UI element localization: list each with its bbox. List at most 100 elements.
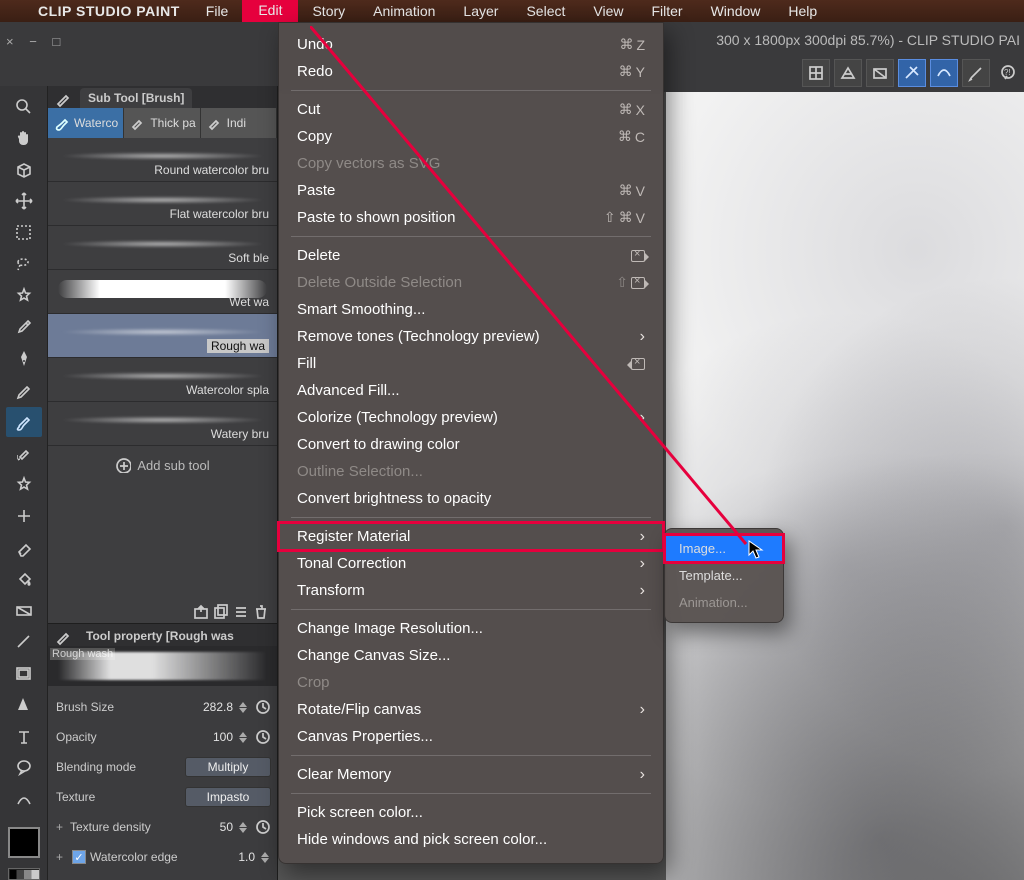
window-controls[interactable]: × − □ [6,34,66,49]
prop-texture[interactable]: Texture Impasto [56,782,271,812]
tool-eyedropper[interactable] [6,313,42,343]
dynamics-icon[interactable] [255,819,271,835]
menu-item-canvas-properties[interactable]: Canvas Properties... [279,723,663,750]
stepper-icon[interactable] [239,696,249,718]
tool-ruler[interactable] [6,691,42,721]
snap-ruler-icon[interactable] [898,59,926,87]
panel-grip-icon[interactable] [54,628,72,646]
expand-icon[interactable]: + [56,820,66,834]
menu-help[interactable]: Help [774,0,831,22]
tool-magnifier[interactable] [6,92,42,122]
tool-eraser[interactable] [6,533,42,563]
tool-blend[interactable] [6,502,42,532]
menu-window[interactable]: Window [697,0,775,22]
submenu-item-image[interactable]: Image... [665,535,783,562]
menu-item-clear-memory[interactable]: Clear Memory› [279,761,663,788]
duplicate-subtool-icon[interactable] [211,603,231,621]
menu-item-paste-to-shown-position[interactable]: Paste to shown positionV [279,204,663,231]
prop-blending-mode[interactable]: Blending mode Multiply [56,752,271,782]
stepper-icon[interactable] [239,816,249,838]
menu-item-smart-smoothing[interactable]: Smart Smoothing... [279,296,663,323]
tool-gradient[interactable] [6,596,42,626]
tool-3d-object[interactable] [6,155,42,185]
menu-item-copy[interactable]: CopyC [279,123,663,150]
subtool-tab-thick-paint[interactable]: Thick pa [124,108,200,138]
export-subtool-icon[interactable] [191,603,211,621]
menu-select[interactable]: Select [512,0,579,22]
menu-item-paste[interactable]: PasteV [279,177,663,204]
snap-off-icon[interactable] [866,59,894,87]
stepper-icon[interactable] [239,726,249,748]
tool-auto-select[interactable] [6,281,42,311]
snap-ruler-pen-icon[interactable] [962,59,990,87]
snap-special-ruler-icon[interactable] [930,59,958,87]
menu-item-register-material[interactable]: Register Material› [279,523,663,550]
dynamics-icon[interactable] [255,729,271,745]
tool-decoration[interactable] [6,470,42,500]
menu-item-change-image-resolution[interactable]: Change Image Resolution... [279,615,663,642]
menu-item-redo[interactable]: RedoY [279,58,663,85]
snap-grid-icon[interactable] [802,59,830,87]
brush-item[interactable]: Wet wa [48,270,277,314]
brush-item[interactable]: Watercolor spla [48,358,277,402]
brush-item-selected[interactable]: Rough wa [48,314,277,358]
color-swatch[interactable] [8,827,40,859]
menu-item-convert-brightness-to-opacity[interactable]: Convert brightness to opacity [279,485,663,512]
menu-item-fill[interactable]: Fill [279,350,663,377]
tool-line[interactable] [6,628,42,658]
prop-watercolor-edge[interactable]: + Watercolor edge 1.0 [56,842,271,872]
tool-airbrush[interactable] [6,439,42,469]
menu-item-cut[interactable]: CutX [279,96,663,123]
tool-text[interactable] [6,722,42,752]
menu-item-delete[interactable]: Delete [279,242,663,269]
menu-edit[interactable]: Edit [242,0,298,23]
menu-item-rotate-flip-canvas[interactable]: Rotate/Flip canvas› [279,696,663,723]
feedback-icon[interactable]: ?! [994,59,1022,87]
tool-pencil[interactable] [6,376,42,406]
tool-brush[interactable] [6,407,42,437]
brush-item[interactable]: Round watercolor bru [48,138,277,182]
canvas-paper[interactable] [666,92,1024,880]
menu-story[interactable]: Story [298,0,359,22]
menu-item-transform[interactable]: Transform› [279,577,663,604]
tool-lasso[interactable] [6,250,42,280]
tool-correct-line[interactable] [6,785,42,815]
tool-hand[interactable] [6,124,42,154]
menu-item-advanced-fill[interactable]: Advanced Fill... [279,377,663,404]
tool-fill[interactable] [6,565,42,595]
tool-frame[interactable] [6,659,42,689]
expand-icon[interactable]: + [56,850,66,864]
menu-filter[interactable]: Filter [637,0,696,22]
prop-texture-density[interactable]: + Texture density 50 [56,812,271,842]
menu-item-tonal-correction[interactable]: Tonal Correction› [279,550,663,577]
brush-item[interactable]: Flat watercolor bru [48,182,277,226]
menu-item-convert-to-drawing-color[interactable]: Convert to drawing color [279,431,663,458]
menu-item-change-canvas-size[interactable]: Change Canvas Size... [279,642,663,669]
menu-animation[interactable]: Animation [359,0,449,22]
menu-item-pick-screen-color[interactable]: Pick screen color... [279,799,663,826]
subtool-tab-india-ink[interactable]: Indi [201,108,277,138]
menu-item-undo[interactable]: UndoZ [279,31,663,58]
menu-file[interactable]: File [192,0,243,22]
prop-opacity[interactable]: Opacity 100 [56,722,271,752]
snap-perspective-icon[interactable] [834,59,862,87]
dynamics-icon[interactable] [255,699,271,715]
menu-view[interactable]: View [579,0,637,22]
blend-mode-select[interactable]: Multiply [185,757,271,777]
brush-item[interactable]: Soft ble [48,226,277,270]
menu-item-remove-tones-technology-preview[interactable]: Remove tones (Technology preview)› [279,323,663,350]
menu-item-hide-windows-and-pick-screen-color[interactable]: Hide windows and pick screen color... [279,826,663,853]
stepper-icon[interactable] [261,846,271,868]
tool-move[interactable] [6,187,42,217]
panel-grip-icon[interactable] [54,90,72,108]
tool-balloon[interactable] [6,754,42,784]
menu-layer[interactable]: Layer [449,0,512,22]
subtool-menu-icon[interactable] [231,603,251,621]
add-sub-tool-button[interactable]: Add sub tool [48,446,277,484]
texture-select[interactable]: Impasto [185,787,271,807]
brush-item[interactable]: Watery bru [48,402,277,446]
prop-brush-size[interactable]: Brush Size 282.8 [56,692,271,722]
subtool-tab-watercolor[interactable]: Waterco [48,108,124,138]
checkbox-icon[interactable] [72,850,86,864]
submenu-item-template[interactable]: Template... [665,562,783,589]
